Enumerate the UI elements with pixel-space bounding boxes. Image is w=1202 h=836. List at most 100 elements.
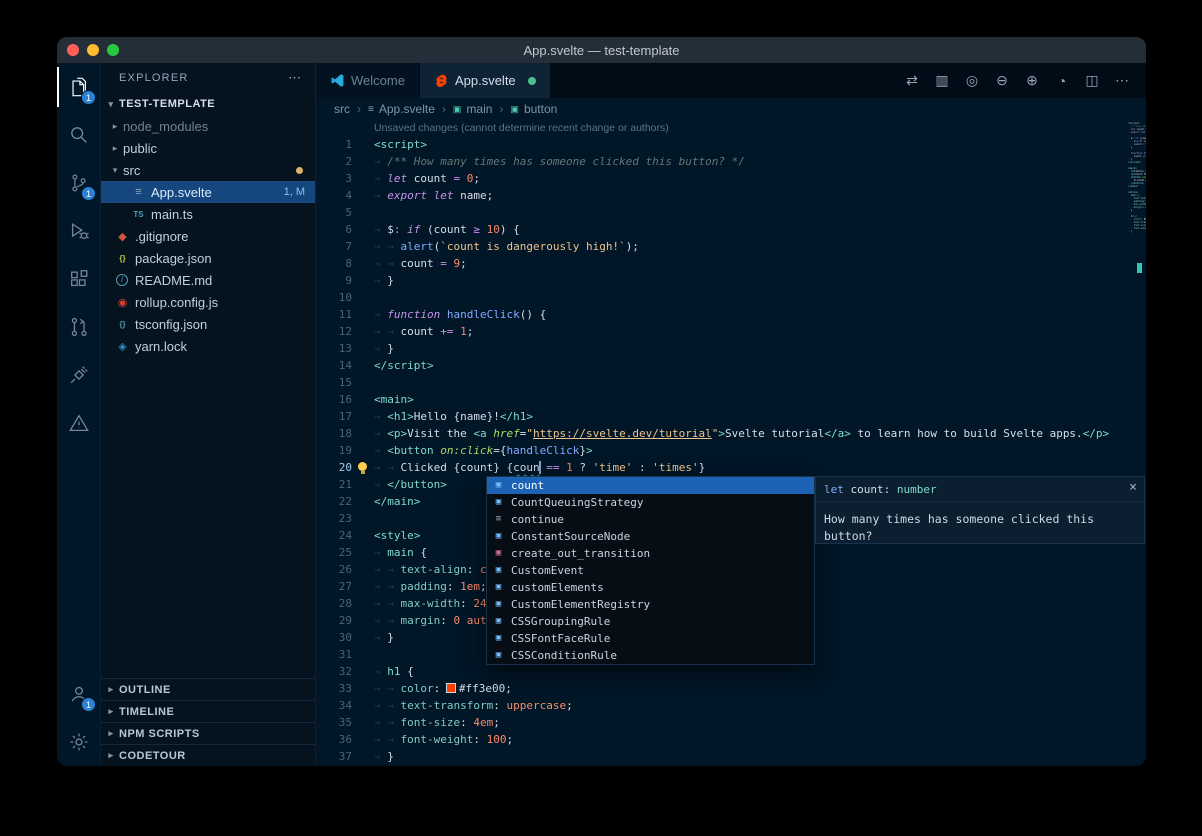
tab-welcome[interactable]: Welcome bbox=[316, 63, 420, 98]
breadcrumb-src[interactable]: src bbox=[334, 102, 350, 116]
code-line-1[interactable]: 1<script> bbox=[316, 136, 1146, 153]
extensions-activity-item[interactable] bbox=[57, 255, 100, 303]
tree-item-gitignore[interactable]: ◆.gitignore bbox=[101, 225, 315, 247]
suggestion-label: CSSGroupingRule bbox=[511, 613, 610, 630]
codetour-activity-item[interactable] bbox=[57, 399, 100, 447]
tree-item-rollup-config-js[interactable]: ◉rollup.config.js bbox=[101, 291, 315, 313]
code-line-4[interactable]: 4→ export let name; bbox=[316, 187, 1146, 204]
tree-root-folder[interactable]: ▾ TEST-TEMPLATE bbox=[101, 93, 315, 115]
line-content: → → count += 1; bbox=[352, 323, 473, 340]
previous-change-icon[interactable]: ⊖ bbox=[988, 68, 1016, 94]
tree-item-label: node_modules bbox=[123, 119, 208, 134]
tab-bar: WelcomeApp.svelte ⇄▥◎⊖⊕◔◫⋯ bbox=[316, 63, 1146, 98]
tree-item-label: .gitignore bbox=[135, 229, 188, 244]
code-line-2[interactable]: 2→ /** How many times has someone clicke… bbox=[316, 153, 1146, 170]
suggestion-label: CSSFontFaceRule bbox=[511, 630, 610, 647]
suggestion-constantsourcenode[interactable]: ▣ConstantSourceNode bbox=[487, 528, 814, 545]
minimap[interactable]: <script>→ /** How many times has someone… bbox=[1128, 120, 1146, 766]
pull-requests-activity-item[interactable] bbox=[57, 303, 100, 351]
split-editor-icon[interactable]: ◫ bbox=[1078, 68, 1106, 94]
line-number: 34 bbox=[316, 697, 352, 714]
line-number: 2 bbox=[316, 153, 352, 170]
suggestion-countqueuingstrategy[interactable]: ▣CountQueuingStrategy bbox=[487, 494, 814, 511]
panel-codetour[interactable]: ▸CODETOUR bbox=[101, 744, 315, 766]
tree-item-main-ts[interactable]: TSmain.ts bbox=[101, 203, 315, 225]
tree-item-app-svelte[interactable]: ≡App.svelte1, M bbox=[101, 181, 315, 203]
code-line-17[interactable]: 17→ <h1>Hello {name}!</h1> bbox=[316, 408, 1146, 425]
code-line-13[interactable]: 13→ } bbox=[316, 340, 1146, 357]
code-line-5[interactable]: 5 bbox=[316, 204, 1146, 221]
suggestion-customelementregistry[interactable]: ▣CustomElementRegistry bbox=[487, 596, 814, 613]
run-debug-activity-item[interactable] bbox=[57, 207, 100, 255]
file-history-icon[interactable]: ◔ bbox=[1048, 68, 1076, 94]
suggestion-count[interactable]: ▣count bbox=[487, 477, 814, 494]
code-line-3[interactable]: 3→ let count = 0; bbox=[316, 170, 1146, 187]
live-share-activity-item[interactable] bbox=[57, 351, 100, 399]
source-control-activity-item[interactable]: 1 bbox=[57, 159, 100, 207]
code-line-6[interactable]: 6→ $: if (count ≥ 10) { bbox=[316, 221, 1146, 238]
minimize-window-button[interactable] bbox=[87, 44, 99, 56]
code-line-11[interactable]: 11→ function handleClick() { bbox=[316, 306, 1146, 323]
open-changes-icon[interactable]: ◎ bbox=[958, 68, 986, 94]
suggestion-customelements[interactable]: ▣customElements bbox=[487, 579, 814, 596]
suggestion-customevent[interactable]: ▣CustomEvent bbox=[487, 562, 814, 579]
suggestion-cssfontfacerule[interactable]: ▣ CSSFontFaceRule bbox=[487, 630, 814, 647]
code-line-10[interactable]: 10 bbox=[316, 289, 1146, 306]
line-content: → → font-size: 4em; bbox=[352, 714, 500, 731]
code-line-16[interactable]: 16<main> bbox=[316, 391, 1146, 408]
open-preview-icon[interactable]: ▥ bbox=[928, 68, 956, 94]
compare-changes-icon[interactable]: ⇄ bbox=[898, 68, 926, 94]
lightbulb-icon[interactable] bbox=[358, 462, 367, 471]
suggestion-label: CountQueuingStrategy bbox=[511, 494, 643, 511]
close-icon[interactable]: × bbox=[1129, 479, 1137, 496]
tree-item-src[interactable]: ▾src bbox=[101, 159, 315, 181]
tree-item-tsconfig-json[interactable]: {}tsconfig.json bbox=[101, 313, 315, 335]
panel-npm-scripts[interactable]: ▸NPM SCRIPTS bbox=[101, 722, 315, 744]
code-line-20[interactable]: 20→ → Clicked {count} {coun == 1 ? 'time… bbox=[316, 459, 1146, 476]
code-line-15[interactable]: 15 bbox=[316, 374, 1146, 391]
tree-item-public[interactable]: ▸public bbox=[101, 137, 315, 159]
tree-item-package-json[interactable]: {}package.json bbox=[101, 247, 315, 269]
code-line-14[interactable]: 14</script> bbox=[316, 357, 1146, 374]
code-line-7[interactable]: 7→ → alert(`count is dangerously high!`)… bbox=[316, 238, 1146, 255]
breadcrumb-label: App.svelte bbox=[379, 102, 435, 116]
code-line-34[interactable]: 34→ → text-transform: uppercase; bbox=[316, 697, 1146, 714]
breadcrumb-main[interactable]: ▣main bbox=[453, 102, 493, 116]
code-line-8[interactable]: 8→ → count = 9; bbox=[316, 255, 1146, 272]
more-actions-icon[interactable]: ⋯ bbox=[1108, 68, 1136, 94]
panel-outline[interactable]: ▸OUTLINE bbox=[101, 678, 315, 700]
suggestion-create-out-transition[interactable]: ▣create_out_transition bbox=[487, 545, 814, 562]
symbol-class-icon: ▣ bbox=[492, 630, 505, 647]
explorer-activity-item[interactable]: 1 bbox=[57, 63, 100, 111]
tree-item-node-modules[interactable]: ▸node_modules bbox=[101, 115, 315, 137]
suggestion-cssconditionrule[interactable]: ▣CSSConditionRule bbox=[487, 647, 814, 664]
file-tree: ▸node_modules▸public▾src≡App.svelte1, MT… bbox=[101, 115, 315, 357]
breadcrumb-button[interactable]: ▣button bbox=[510, 102, 557, 116]
code-line-18[interactable]: 18→ <p>Visit the <a href="https://svelte… bbox=[316, 425, 1146, 442]
close-window-button[interactable] bbox=[67, 44, 79, 56]
code-editor[interactable]: Unsaved changes (cannot determine recent… bbox=[316, 120, 1146, 766]
zoom-window-button[interactable] bbox=[107, 44, 119, 56]
symbol-var-icon: ▣ bbox=[492, 579, 505, 596]
code-line-33[interactable]: 33→ → color: #ff3e00; bbox=[316, 680, 1146, 697]
symbol-class-icon: ▣ bbox=[492, 647, 505, 664]
next-change-icon[interactable]: ⊕ bbox=[1018, 68, 1046, 94]
search-activity-item[interactable] bbox=[57, 111, 100, 159]
breadcrumb-app-svelte[interactable]: ≡App.svelte bbox=[368, 102, 435, 116]
tab-app-svelte[interactable]: App.svelte bbox=[420, 63, 551, 98]
code-line-32[interactable]: 32→ h1 { bbox=[316, 663, 1146, 680]
code-line-12[interactable]: 12→ → count += 1; bbox=[316, 323, 1146, 340]
suggestion-continue[interactable]: ≡continue bbox=[487, 511, 814, 528]
code-line-9[interactable]: 9→ } bbox=[316, 272, 1146, 289]
tree-item-readme-md[interactable]: iREADME.md bbox=[101, 269, 315, 291]
tree-item-yarn-lock[interactable]: ◈yarn.lock bbox=[101, 335, 315, 357]
code-line-37[interactable]: 37→ } bbox=[316, 748, 1146, 765]
suggestion-cssgroupingrule[interactable]: ▣CSSGroupingRule bbox=[487, 613, 814, 630]
code-line-19[interactable]: 19→ <button on:click={handleClick}> bbox=[316, 442, 1146, 459]
accounts-activity-item[interactable]: 1 bbox=[57, 670, 100, 718]
code-line-36[interactable]: 36→ → font-weight: 100; bbox=[316, 731, 1146, 748]
settings-activity-item[interactable] bbox=[57, 718, 100, 766]
more-actions-icon[interactable]: ⋯ bbox=[288, 70, 301, 86]
code-line-35[interactable]: 35→ → font-size: 4em; bbox=[316, 714, 1146, 731]
panel-timeline[interactable]: ▸TIMELINE bbox=[101, 700, 315, 722]
